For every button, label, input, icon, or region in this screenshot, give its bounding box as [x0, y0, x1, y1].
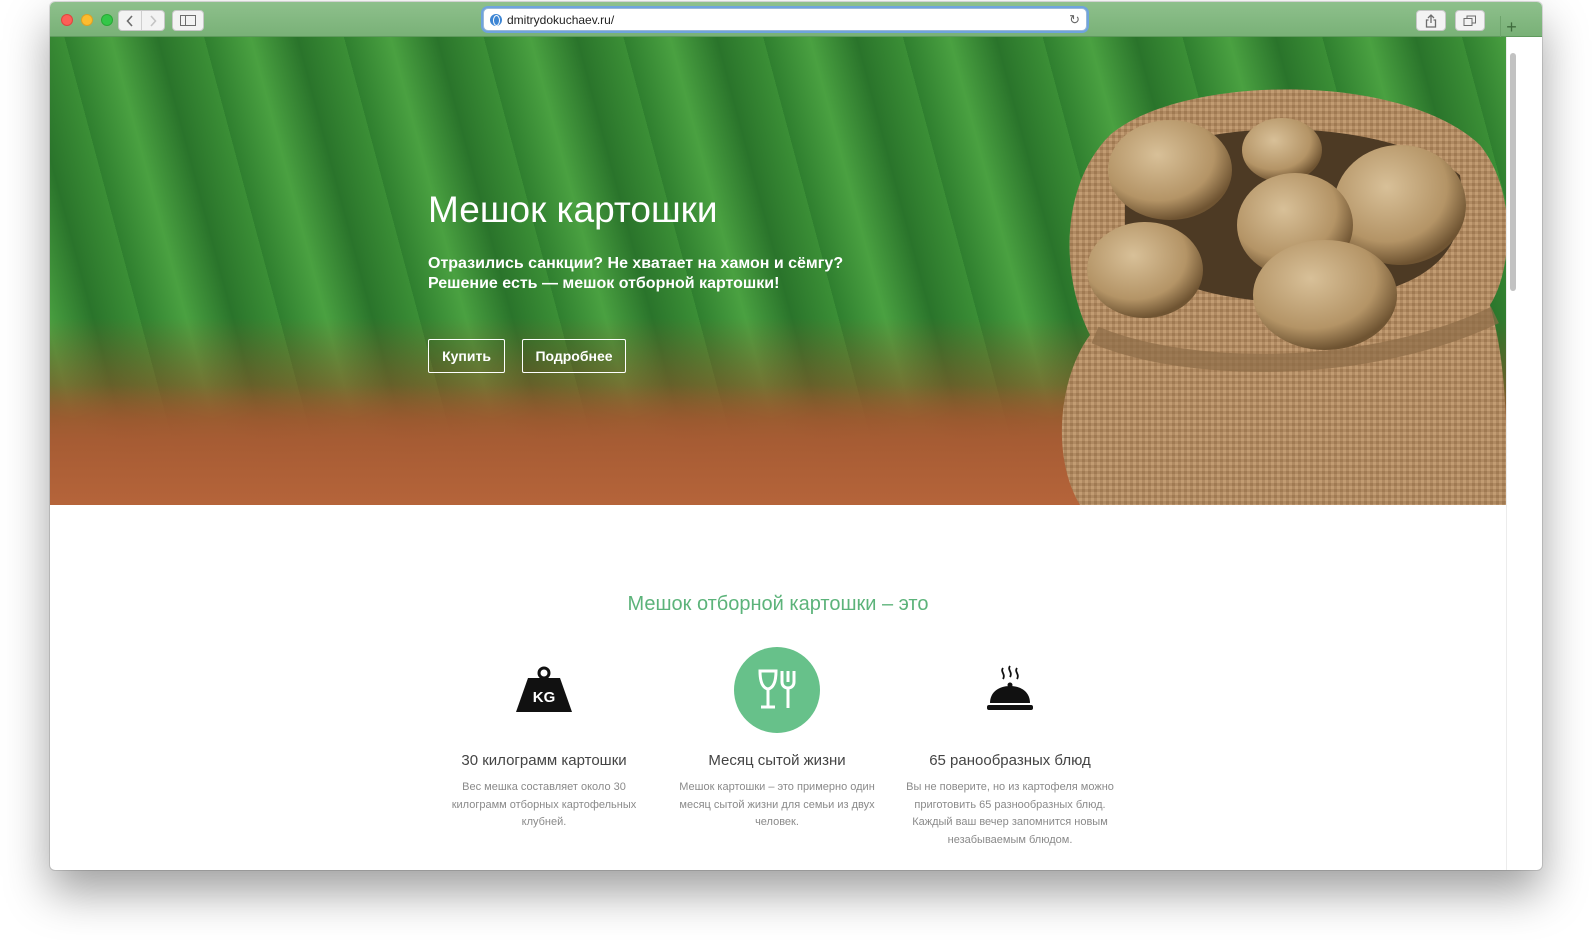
sidebar-toggle-button[interactable]	[172, 10, 204, 31]
hero-section: Мешок картошки Отразились санкции? Не хв…	[50, 37, 1506, 505]
feature-description-line: клубней.	[521, 816, 567, 828]
forward-icon[interactable]	[141, 11, 164, 30]
address-bar[interactable]: dmitrydokuchaev.ru/ ↻	[483, 8, 1087, 31]
feature-description-line: незабываемым блюдом.	[947, 833, 1073, 846]
icon-circle	[734, 646, 820, 733]
tabs-icon	[1463, 15, 1476, 26]
reload-icon[interactable]: ↻	[1069, 12, 1080, 28]
nav-buttons	[118, 10, 165, 31]
feature-description-line: Вес мешка составляет около 30	[462, 781, 626, 793]
minimize-window-button[interactable]	[81, 14, 93, 26]
scrollbar-thumb[interactable]	[1510, 53, 1516, 291]
feature-month: Месяц сытой жизни Мешок картошки – это п…	[669, 642, 885, 832]
page-scrollbar[interactable]	[1506, 37, 1518, 870]
glass-fork-icon	[758, 669, 796, 708]
share-button[interactable]	[1416, 10, 1446, 31]
serving-dish-icon	[987, 664, 1033, 710]
share-icon	[1425, 13, 1437, 28]
feature-title: 65 ранообразных блюд	[929, 752, 1091, 769]
url-text: dmitrydokuchaev.ru/	[507, 12, 615, 27]
feature-description-line: килограмм отборных картофельных	[451, 798, 637, 811]
feature-description-line: Каждый ваш вечер запомнится новым	[912, 816, 1108, 828]
feature-description-line: Вы не поверите, но из картофеля можно	[906, 781, 1114, 793]
new-tab-button[interactable]: +	[1500, 16, 1522, 38]
sidebar-icon	[180, 15, 196, 26]
tabs-overview-button[interactable]	[1455, 10, 1485, 31]
feature-description-line: Мешок картошки – это примерно один	[679, 781, 875, 793]
weight-kg-label: KG	[533, 689, 556, 706]
feature-description: Вы не поверите, но из картофеля можно пр…	[902, 779, 1118, 849]
zoom-window-button[interactable]	[101, 14, 113, 26]
feature-title: Месяц сытой жизни	[708, 752, 846, 769]
browser-window: dmitrydokuchaev.ru/ ↻ + Мешок картошки О…	[50, 2, 1542, 870]
feature-description-line: приготовить 65 разнообразных блюд.	[914, 798, 1106, 811]
feature-description: Вес мешка составляет около 30 килограмм …	[436, 779, 652, 832]
hero-subtitle: Отразились санкции? Не хватает на хамон …	[428, 254, 843, 294]
feature-description-line: месяц сытой жизни для семьи из двух	[679, 798, 875, 811]
feature-description: Мешок картошки – это примерно один месяц…	[669, 779, 885, 832]
globe-icon	[490, 13, 502, 26]
buy-button[interactable]: Купить	[428, 339, 505, 373]
back-icon[interactable]	[119, 11, 141, 30]
browser-toolbar: dmitrydokuchaev.ru/ ↻ +	[50, 2, 1542, 38]
feature-title: 30 килограмм картошки	[461, 752, 627, 769]
hero-subtitle-line: Решение есть — мешок отборной картошки!	[428, 275, 780, 292]
feature-weight: KG 30 килограмм картошки Вес мешка соста…	[436, 642, 652, 832]
hero-title: Мешок картошки	[428, 189, 718, 230]
feature-dishes: 65 ранообразных блюд Вы не поверите, но …	[902, 642, 1118, 849]
feature-description-line: человек.	[755, 816, 799, 828]
potato-sack-image	[1061, 89, 1506, 505]
hero-subtitle-line: Отразились санкции? Не хватает на хамон …	[428, 255, 844, 272]
more-info-button[interactable]: Подробнее	[522, 339, 626, 373]
features-section-title: Мешок отборной картошки – это	[627, 593, 929, 615]
weight-kg-icon: KG	[516, 666, 572, 712]
close-window-button[interactable]	[61, 14, 73, 26]
